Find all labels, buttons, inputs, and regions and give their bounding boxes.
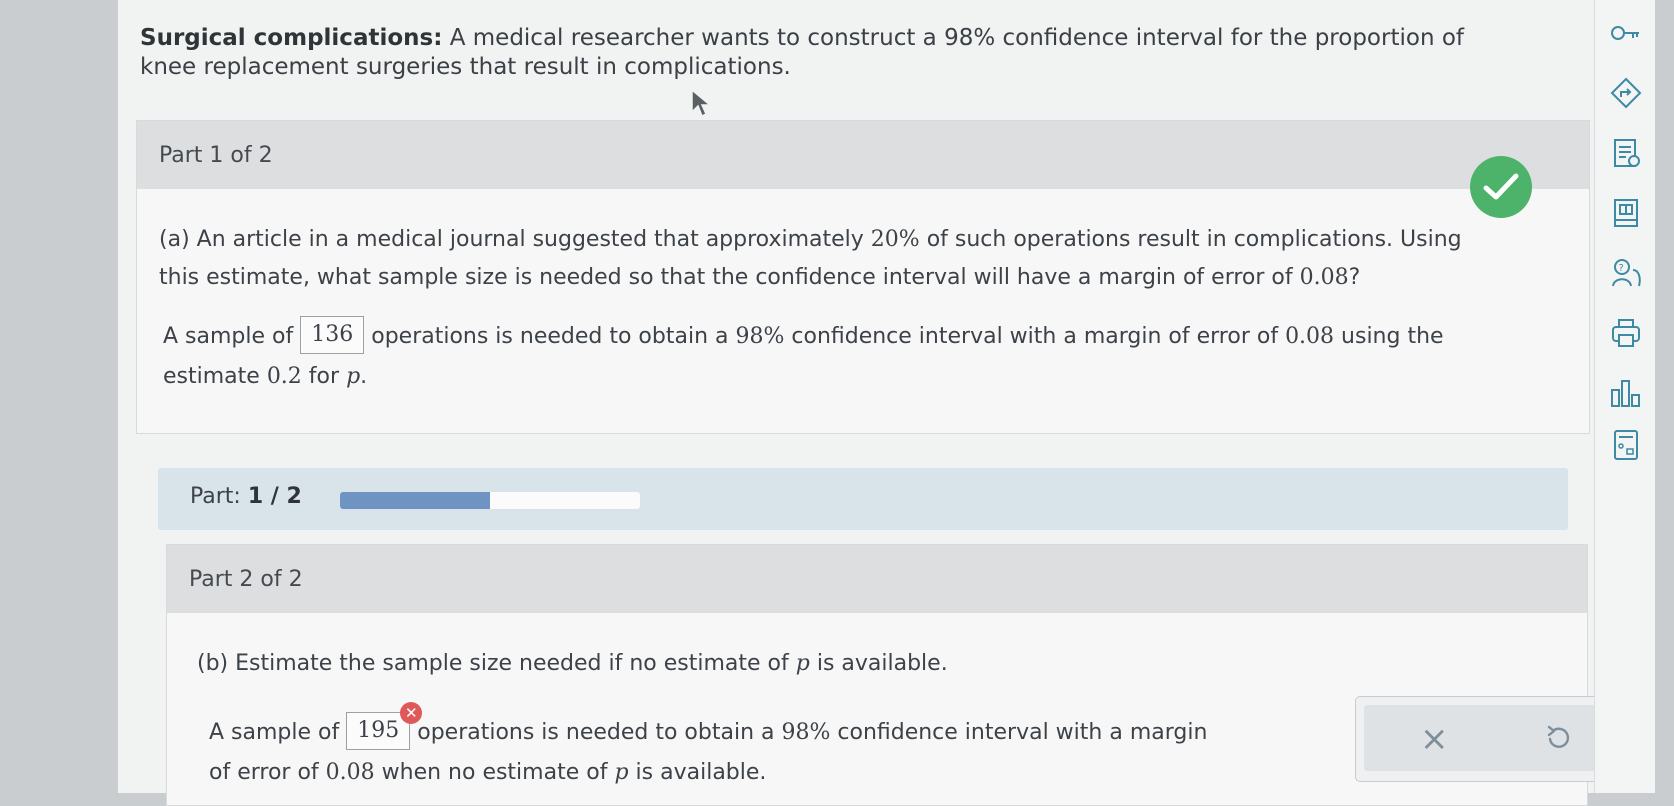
part-2-answer: A sample of 195 ✕ operations is needed to… — [209, 702, 1208, 785]
key-icon[interactable] — [1609, 16, 1643, 50]
part-1-header[interactable]: Part 1 of 2 — [137, 121, 1589, 189]
problem-title: Surgical complications: — [140, 25, 443, 51]
print-icon[interactable] — [1609, 316, 1643, 350]
clear-button[interactable]: × — [1420, 719, 1449, 759]
progress-label: Part: 1 / 2 — [190, 484, 302, 509]
problem-statement: Surgical complications: A medical resear… — [140, 24, 1520, 82]
part-1-card: Part 1 of 2 (a) An article in a medical … — [136, 120, 1590, 434]
undo-icon[interactable] — [1544, 723, 1572, 751]
correct-check-icon — [1470, 156, 1532, 218]
progress-bar-fill — [340, 492, 490, 509]
answer-input-136[interactable]: 136 — [300, 316, 365, 354]
calculator-icon[interactable] — [1609, 428, 1643, 462]
answer-actions-inner: × — [1364, 705, 1610, 771]
chart-icon[interactable] — [1609, 376, 1643, 410]
part-1-answer: A sample of 136 operations is needed to … — [163, 316, 1503, 397]
answer-actions: × — [1355, 696, 1621, 782]
mouse-cursor-icon — [691, 88, 712, 118]
problem-page: Surgical complications: A medical resear… — [118, 0, 1621, 806]
progress-value: 1 / 2 — [247, 484, 302, 509]
progress-bar — [340, 492, 640, 509]
navigate-icon[interactable] — [1609, 76, 1643, 110]
svg-text:?: ? — [1619, 263, 1624, 274]
part-1-question: (a) An article in a medical journal sugg… — [159, 227, 1462, 290]
help-icon[interactable]: ? — [1609, 256, 1643, 290]
book-icon[interactable] — [1609, 196, 1643, 230]
part-progress: Part: 1 / 2 — [158, 468, 1568, 530]
part-2-header[interactable]: Part 2 of 2 — [167, 545, 1587, 613]
part-2-question: (b) Estimate the sample size needed if n… — [197, 651, 948, 676]
right-toolbar: ? — [1594, 0, 1655, 793]
notes-icon[interactable] — [1609, 136, 1643, 170]
